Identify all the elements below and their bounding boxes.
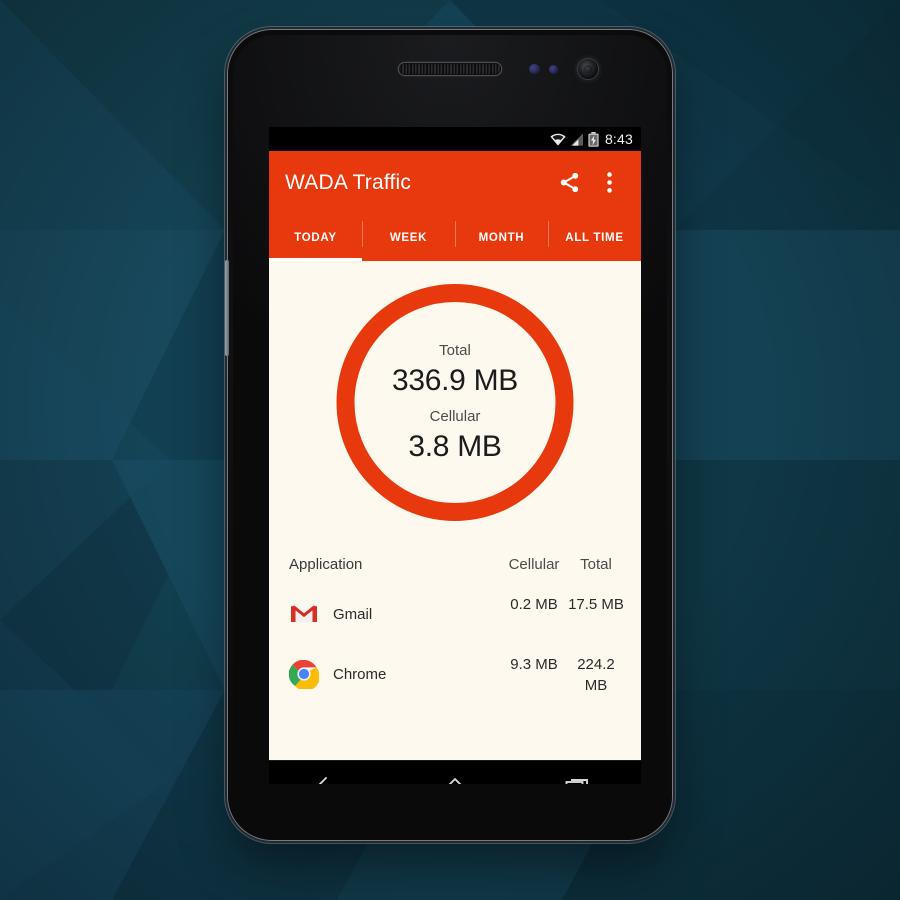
donut-total-label: Total bbox=[439, 341, 471, 359]
status-bar-clock: 8:43 bbox=[604, 131, 633, 147]
tab-today-label: TODAY bbox=[294, 231, 337, 244]
tab-all-time[interactable]: ALL TIME bbox=[548, 214, 641, 261]
cell-cellular: 9.3 MB bbox=[510, 656, 558, 673]
header-total: Total bbox=[580, 555, 612, 573]
table-header-row: Application Cellular Total bbox=[289, 542, 627, 586]
system-navigation-bar bbox=[269, 760, 641, 784]
status-bar: 8:43 bbox=[269, 127, 641, 151]
table-row[interactable]: Gmail 0.2 MB 17.5 MB bbox=[289, 586, 627, 646]
app-name: Gmail bbox=[333, 605, 373, 623]
recents-icon[interactable] bbox=[549, 761, 609, 784]
tab-today[interactable]: TODAY bbox=[269, 214, 362, 261]
tab-week-label: WEEK bbox=[389, 231, 428, 244]
app-name: Chrome bbox=[333, 665, 387, 683]
share-icon[interactable] bbox=[549, 163, 589, 203]
volume-rocker-button[interactable] bbox=[225, 260, 229, 356]
cell-cellular: 0.2 MB bbox=[510, 596, 558, 613]
chrome-icon bbox=[288, 659, 320, 691]
cell-total: 224.2 MB bbox=[577, 656, 615, 694]
tab-month-label: MONTH bbox=[478, 231, 525, 244]
app-cell: Chrome bbox=[288, 646, 503, 702]
donut-cellular-value: 3.8 MB bbox=[408, 429, 502, 463]
tab-all-time-label: ALL TIME bbox=[565, 231, 624, 244]
header-application: Application bbox=[289, 555, 363, 573]
app-bar: WADA Traffic bbox=[269, 151, 641, 214]
phone-screen: 8:43 WADA Traffic TODAY WEEK MONTH ALL T… bbox=[269, 127, 641, 784]
cell-total: 17.5 MB bbox=[568, 596, 624, 613]
battery-charging-icon bbox=[588, 131, 599, 147]
app-usage-table: Application Cellular Total Gmail 0.2 MB … bbox=[269, 542, 641, 706]
back-icon[interactable] bbox=[301, 761, 361, 784]
poster-canvas: 8:43 WADA Traffic TODAY WEEK MONTH ALL T… bbox=[0, 0, 900, 900]
usage-donut-chart[interactable]: Total 336.9 MB Cellular 3.8 MB bbox=[336, 284, 574, 521]
tab-strip: TODAY WEEK MONTH ALL TIME bbox=[269, 214, 641, 261]
wifi-icon bbox=[550, 133, 566, 146]
gmail-icon bbox=[289, 599, 319, 629]
app-title: WADA Traffic bbox=[285, 170, 412, 194]
donut-cellular-label: Cellular bbox=[429, 407, 481, 425]
donut-total-value: 336.9 MB bbox=[391, 363, 518, 397]
app-cell: Gmail bbox=[289, 586, 503, 642]
table-row[interactable]: Chrome 9.3 MB 224.2 MB bbox=[288, 646, 627, 706]
header-cellular: Cellular bbox=[508, 555, 560, 573]
overflow-menu-icon[interactable] bbox=[589, 163, 629, 203]
content-area: Total 336.9 MB Cellular 3.8 MB Applicati… bbox=[269, 261, 641, 760]
light-sensor bbox=[549, 65, 558, 74]
front-camera bbox=[578, 59, 598, 79]
earpiece-speaker bbox=[399, 63, 501, 75]
proximity-sensor bbox=[529, 64, 540, 74]
home-icon[interactable] bbox=[425, 761, 485, 784]
donut-summary: Total 336.9 MB Cellular 3.8 MB bbox=[337, 284, 574, 521]
tab-week[interactable]: WEEK bbox=[362, 214, 455, 261]
phone-device: 8:43 WADA Traffic TODAY WEEK MONTH ALL T… bbox=[225, 30, 672, 840]
phone-front-face: 8:43 WADA Traffic TODAY WEEK MONTH ALL T… bbox=[233, 35, 667, 835]
cellular-signal-icon bbox=[570, 132, 584, 146]
tab-month[interactable]: MONTH bbox=[455, 214, 548, 261]
